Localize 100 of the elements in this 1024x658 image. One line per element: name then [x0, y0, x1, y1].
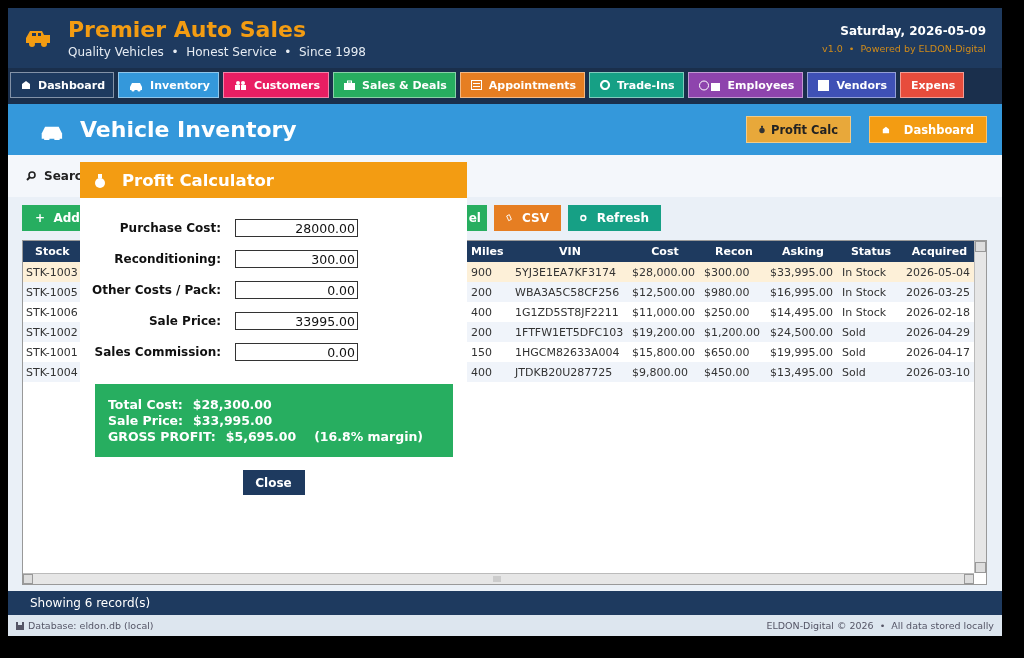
- table-cell: $9,800.00: [629, 362, 701, 382]
- money-bag-icon: [94, 172, 106, 188]
- table-cell: STK-1005: [23, 282, 81, 302]
- table-cell: Sold: [839, 362, 903, 382]
- table-cell: 1HGCM82633A004: [511, 342, 629, 362]
- square-icon: [818, 79, 830, 91]
- house-icon: [21, 80, 31, 90]
- version-label: v1.0 • Powered by ELDON-Digital: [822, 42, 986, 54]
- column-header[interactable]: Asking: [767, 241, 839, 262]
- table-cell: In Stock: [839, 302, 903, 322]
- field-label: Reconditioning:: [113, 252, 221, 266]
- table-cell: In Stock: [839, 282, 903, 302]
- money-bag-icon: [759, 124, 765, 135]
- nav-tab[interactable]: Dashboard: [10, 72, 115, 98]
- input-field[interactable]: 0.00: [235, 343, 358, 361]
- input-field[interactable]: 33995.00: [235, 312, 358, 330]
- table-cell: 2026-03-10: [903, 362, 974, 382]
- briefcase-icon: [344, 80, 356, 90]
- status-text: Showing 6 record(s): [8, 591, 1002, 615]
- table-cell: 200: [469, 282, 511, 302]
- table-cell: In Stock: [839, 262, 903, 282]
- table-cell: 1G1ZD5ST8JF2211: [511, 302, 629, 322]
- nav-tab[interactable]: Employees: [687, 72, 804, 98]
- column-header[interactable]: Status: [839, 241, 903, 262]
- table-cell: JTDKB20U287725: [511, 362, 629, 382]
- table-cell: $19,200.00: [629, 322, 701, 342]
- horizontal-scrollbar[interactable]: [23, 573, 974, 584]
- database-label: Database: eldon.db (local): [28, 620, 154, 631]
- table-cell: $450.00: [701, 362, 767, 382]
- house-icon: [882, 124, 890, 135]
- table-cell: Sold: [839, 342, 903, 362]
- copyright-label: ELDON-Digital © 2026 • All data stored locally: [766, 620, 994, 631]
- table-cell: 2026-03-25: [903, 282, 974, 302]
- table-cell: 2026-05-04: [903, 262, 974, 282]
- table-cell: STK-1004: [23, 362, 81, 382]
- profit-calc-button[interactable]: Profit Calc: [746, 116, 851, 143]
- table-cell: $16,995.00: [767, 282, 839, 302]
- table-cell: $24,500.00: [767, 322, 839, 342]
- table-cell: $14,495.00: [767, 302, 839, 322]
- tagline: Quality Vehicles • Honest Service • Since 1998: [68, 43, 366, 60]
- table-cell: $250.00: [701, 302, 767, 322]
- result-value: $5,695.00: [225, 428, 297, 445]
- table-cell: 1FTFW1ET5DFC103: [511, 322, 629, 342]
- calendar-icon: [470, 80, 482, 90]
- search-icon: [26, 171, 36, 181]
- column-header[interactable]: Acquired: [903, 241, 974, 262]
- nav-tab[interactable]: Customers: [222, 72, 330, 98]
- table-cell: 400: [469, 302, 511, 322]
- result-label: Total Cost:: [108, 396, 183, 413]
- table-cell: 2026-04-29: [903, 322, 974, 342]
- app-title: Premier Auto Sales: [68, 16, 307, 43]
- date-label: Saturday, 2026-05-09: [840, 22, 986, 39]
- result-label: Sale Price:: [108, 412, 184, 429]
- table-cell: $28,000.00: [629, 262, 701, 282]
- result-value: $33,995.00: [193, 412, 273, 429]
- table-cell: Sold: [839, 322, 903, 342]
- table-cell: STK-1006: [23, 302, 81, 322]
- table-cell: $19,995.00: [767, 342, 839, 362]
- table-cell: $13,495.00: [767, 362, 839, 382]
- dialog-title: Profit Calculator: [122, 170, 274, 190]
- nav-tab[interactable]: Vendors: [807, 72, 896, 98]
- page-title: Vehicle Inventory: [80, 117, 297, 142]
- nav-tab[interactable]: Expens: [900, 72, 965, 98]
- table-cell: 2026-02-18: [903, 302, 974, 322]
- table-cell: $15,800.00: [629, 342, 701, 362]
- field-label: Sale Price:: [147, 314, 221, 328]
- table-cell: $33,995.00: [767, 262, 839, 282]
- field-label: Sales Commission:: [93, 345, 221, 359]
- table-cell: WBA3A5C58CF256: [511, 282, 629, 302]
- result-value: $28,300.00: [192, 396, 272, 413]
- input-field[interactable]: 0.00: [235, 281, 358, 299]
- vertical-scrollbar[interactable]: [974, 241, 986, 573]
- input-field[interactable]: 28000.00: [235, 219, 358, 237]
- table-cell: $980.00: [701, 282, 767, 302]
- column-header[interactable]: VIN: [511, 241, 629, 262]
- column-header[interactable]: Cost: [629, 241, 701, 262]
- table-cell: 400: [469, 362, 511, 382]
- table-cell: 2026-04-17: [903, 342, 974, 362]
- people-icon: [233, 80, 247, 90]
- table-cell: 5YJ3E1EA7KF3174: [511, 262, 629, 282]
- column-header[interactable]: Stock: [23, 241, 81, 262]
- column-header[interactable]: Recon: [701, 241, 767, 262]
- table-cell: $11,000.00: [629, 302, 701, 322]
- input-field[interactable]: 300.00: [235, 250, 358, 268]
- table-cell: STK-1001: [23, 342, 81, 362]
- margin-note: (16.8% margin): [314, 428, 424, 445]
- table-cell: $650.00: [701, 342, 767, 362]
- table-cell: $1,200.00: [701, 322, 767, 342]
- column-header[interactable]: Miles: [469, 241, 511, 262]
- table-cell: 200: [469, 322, 511, 342]
- table-cell: 150: [469, 342, 511, 362]
- table-cell: 900: [469, 262, 511, 282]
- close-button[interactable]: Close: [242, 470, 305, 495]
- table-cell: STK-1002: [23, 322, 81, 342]
- table-cell: STK-1003: [23, 262, 81, 282]
- field-label: Other Costs / Pack:: [91, 283, 221, 297]
- car-logo-icon: [24, 28, 52, 48]
- table-cell: $12,500.00: [629, 282, 701, 302]
- search-label: Searc: [44, 169, 82, 183]
- table-cell: $300.00: [701, 262, 767, 282]
